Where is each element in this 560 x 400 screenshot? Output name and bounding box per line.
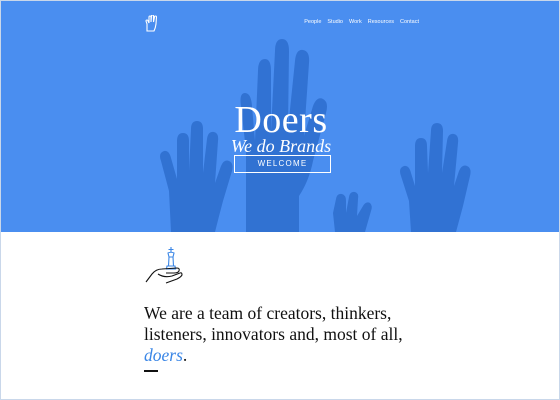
nav-item-contact[interactable]: Contact [400,19,419,25]
page: People Studio Work Resources Contact Doe… [0,0,560,400]
hero-subtitle: We do Brands [230,136,332,156]
tagline-accent: doers [144,345,183,365]
tagline-end: . [182,345,188,365]
hand-holding-chess-king-icon [145,247,183,284]
hero-section: People Studio Work Resources Contact Doe… [1,1,559,232]
tagline-lead: We are a team of creators, thinkers, lis… [144,303,403,344]
raised-hand-icon[interactable] [144,15,160,32]
nav-item-work[interactable]: Work [349,19,362,25]
section-divider [144,370,158,372]
welcome-button[interactable]: WELCOME [234,155,331,173]
tagline: We are a team of creators, thinkers, lis… [144,303,434,366]
hand-small [333,191,372,232]
nav-item-resources[interactable]: Resources [368,19,394,25]
nav-item-studio[interactable]: Studio [327,19,343,25]
main-nav: People Studio Work Resources Contact [304,19,419,25]
hero-title: Doers [234,99,328,141]
nav-item-people[interactable]: People [304,19,321,25]
